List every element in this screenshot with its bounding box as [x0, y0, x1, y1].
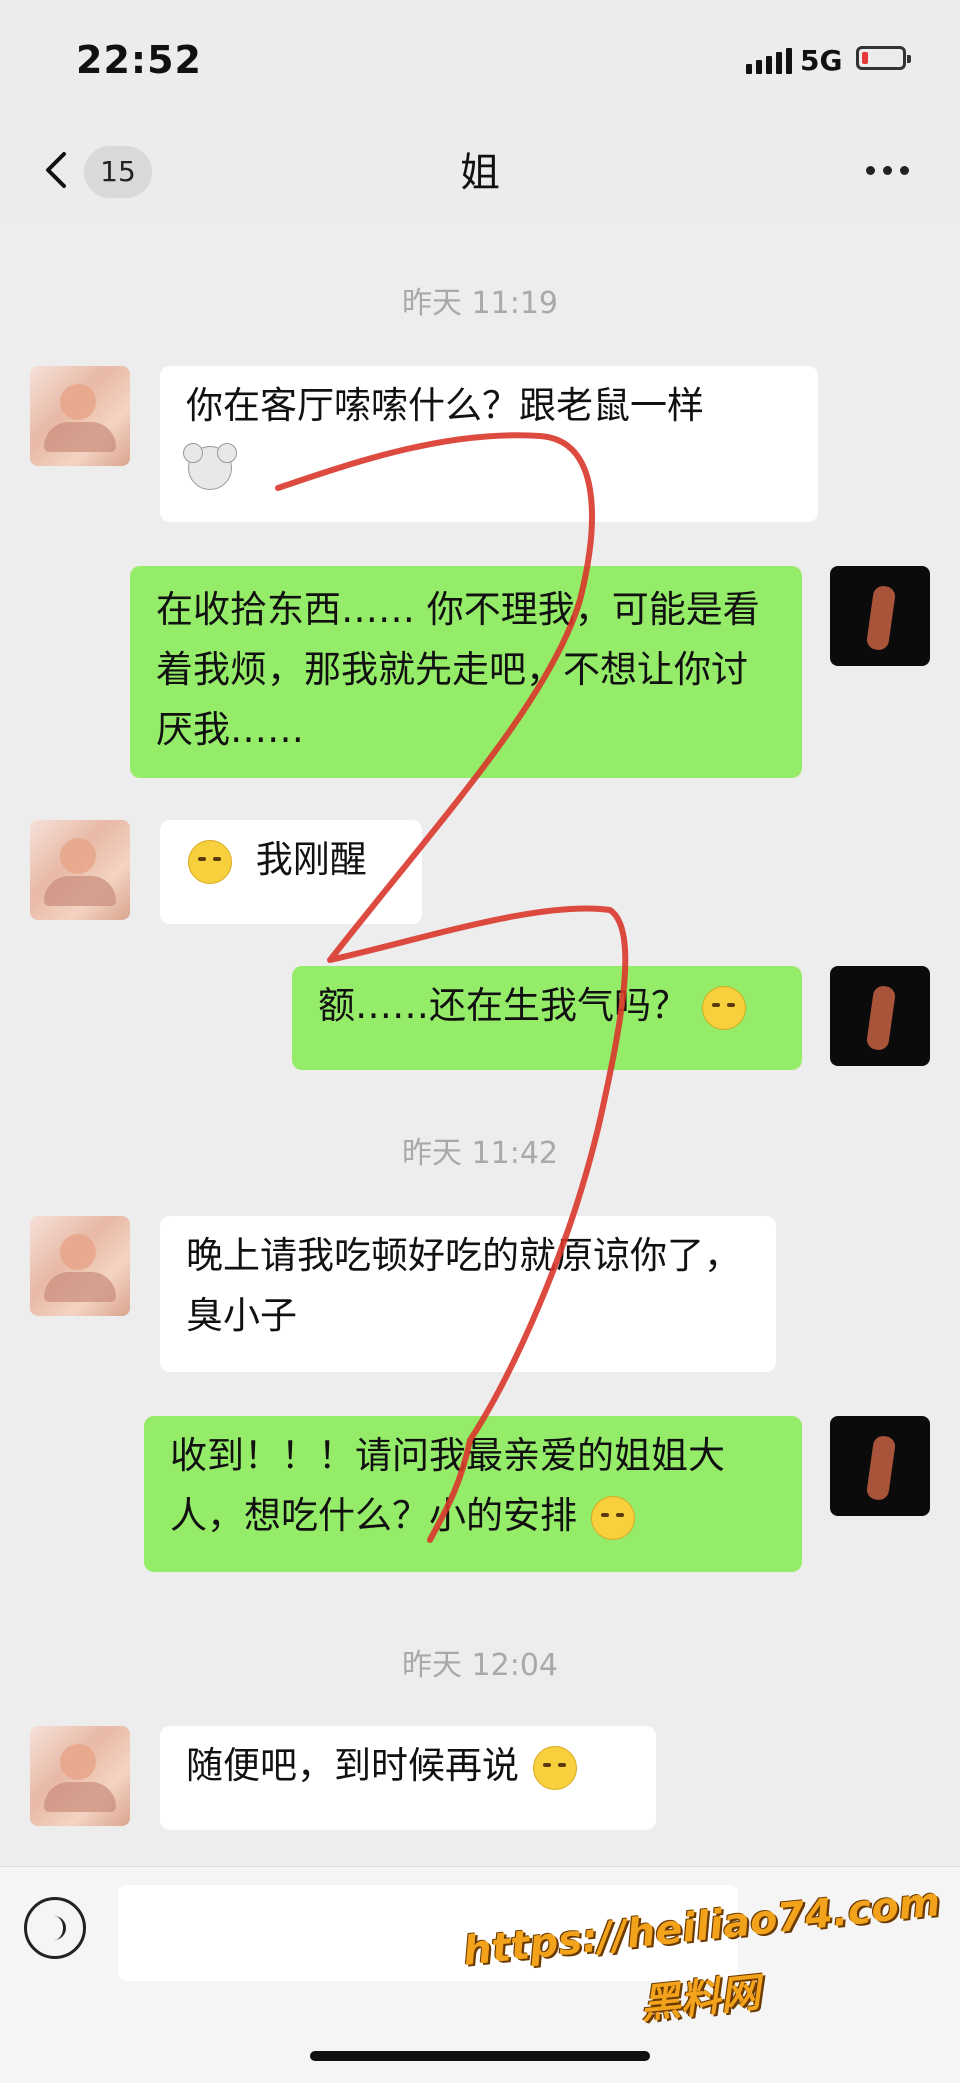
shy-emoji-icon [590, 1495, 635, 1540]
message-text: 晚上请我吃顿好吃的就原谅你了，臭小子 [186, 1234, 741, 1337]
rolling-eyes-emoji-icon [188, 839, 232, 884]
message-bubble-received[interactable]: 我刚醒 [160, 820, 422, 924]
mouse-emoji-icon [183, 442, 237, 490]
contact-avatar[interactable] [30, 366, 130, 466]
message-text: 额……还在生我气吗？ [318, 984, 688, 1027]
sad-emoji-icon [701, 985, 746, 1030]
message-text: 在收拾东西…… 你不理我，可能是看着我烦，那我就先走吧，不想让你讨厌我…… [156, 588, 760, 751]
message-bubble-received[interactable]: 晚上请我吃顿好吃的就原谅你了，臭小子 [160, 1216, 776, 1372]
my-avatar[interactable] [830, 1416, 930, 1516]
my-avatar[interactable] [830, 566, 930, 666]
rolling-eyes-emoji-icon [532, 1745, 577, 1790]
timestamp: 昨天 11:19 [402, 286, 558, 321]
my-avatar[interactable] [830, 966, 930, 1066]
battery-icon [856, 46, 911, 70]
message-bubble-sent[interactable]: 在收拾东西…… 你不理我，可能是看着我烦，那我就先走吧，不想让你讨厌我…… [130, 566, 802, 778]
more-icon[interactable] [866, 166, 909, 175]
chat-title: 姐 [460, 150, 500, 196]
voice-input-icon[interactable] [24, 1897, 86, 1959]
contact-avatar[interactable] [30, 820, 130, 920]
message-text: 我刚醒 [255, 838, 367, 881]
message-text: 你在客厅嗦嗦什么？跟老鼠一样 [186, 384, 704, 427]
contact-avatar[interactable] [30, 1216, 130, 1316]
message-bubble-sent[interactable]: 额……还在生我气吗？ [292, 966, 802, 1070]
message-bubble-received[interactable]: 随便吧，到时候再说 [160, 1726, 656, 1830]
timestamp: 昨天 12:04 [402, 1648, 558, 1683]
message-bubble-received[interactable]: 你在客厅嗦嗦什么？跟老鼠一样 [160, 366, 818, 522]
timestamp: 昨天 11:42 [402, 1136, 558, 1171]
message-text: 收到！！！请问我最亲爱的姐姐大人，想吃什么？小的安排 [170, 1434, 725, 1537]
message-bubble-sent[interactable]: 收到！！！请问我最亲爱的姐姐大人，想吃什么？小的安排 [144, 1416, 802, 1572]
status-time: 22:52 [76, 38, 202, 82]
contact-avatar[interactable] [30, 1726, 130, 1826]
chat-header: 15 姐 [0, 120, 960, 220]
network-type: 5G [800, 44, 843, 77]
status-bar: 22:52 5G [0, 0, 960, 120]
signal-icon [746, 48, 792, 74]
home-indicator[interactable] [310, 2051, 650, 2061]
message-text: 随便吧，到时候再说 [186, 1744, 519, 1787]
